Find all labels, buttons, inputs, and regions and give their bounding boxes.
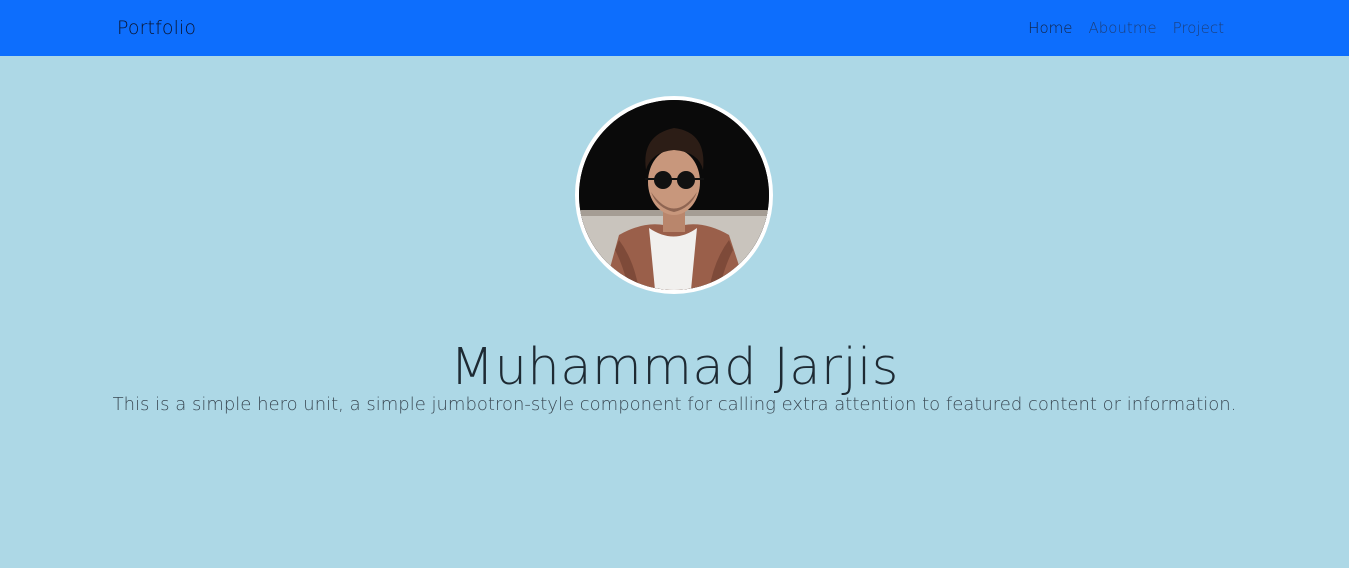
nav-link-home[interactable]: Home (1028, 18, 1072, 38)
nav-links: Home Aboutme Project (1028, 18, 1224, 38)
hero-section: Muhammad Jarjis This is a simple hero un… (0, 56, 1349, 568)
brand-link[interactable]: Portfolio (117, 16, 196, 40)
profile-avatar (575, 96, 773, 294)
hero-lead: This is a simple hero unit, a simple jum… (112, 394, 1237, 415)
profile-photo-icon (579, 100, 769, 290)
nav-link-aboutme[interactable]: Aboutme (1088, 18, 1156, 38)
top-navbar: Portfolio Home Aboutme Project (0, 0, 1349, 56)
nav-link-project[interactable]: Project (1173, 18, 1224, 38)
hero-title: Muhammad Jarjis (450, 338, 899, 398)
